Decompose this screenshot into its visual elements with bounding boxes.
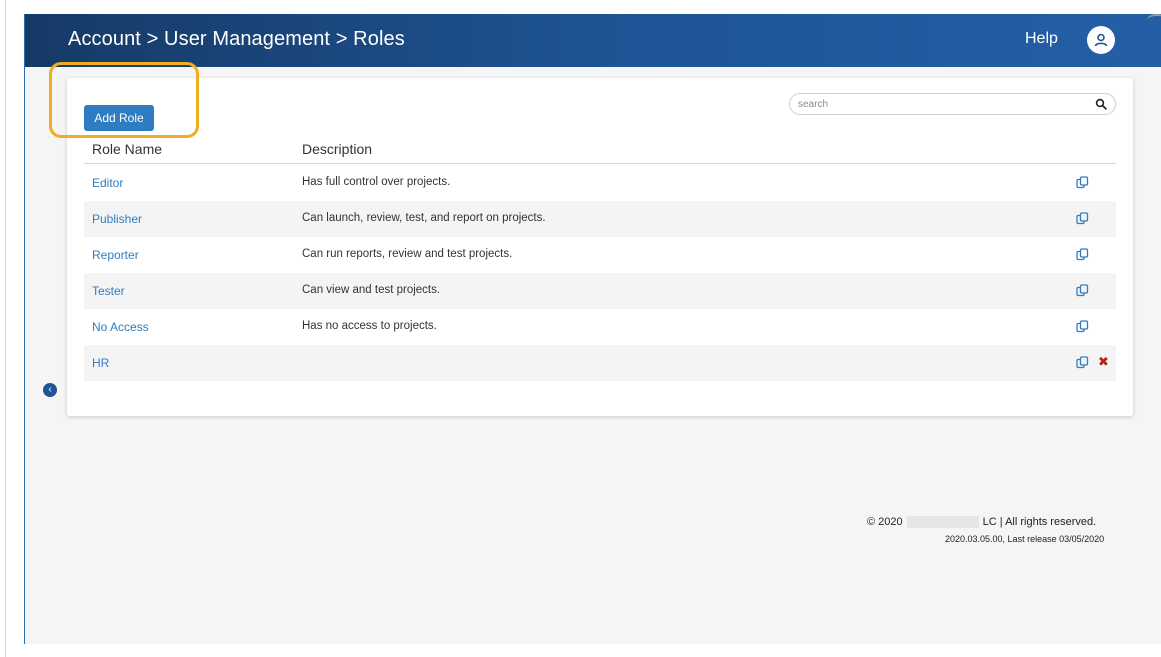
top-bar: Account > User Management > Roles Help — [25, 14, 1161, 67]
table-row: HR ✖ — [84, 345, 1116, 381]
table-row: Reporter Can run reports, review and tes… — [84, 237, 1116, 273]
delete-icon[interactable]: ✖ — [1098, 355, 1110, 368]
copy-icon[interactable] — [1076, 176, 1089, 189]
copyright-prefix: © 2020 — [867, 516, 903, 528]
breadcrumb: Account > User Management > Roles — [68, 28, 405, 50]
copy-icon[interactable] — [1076, 320, 1089, 333]
table-row: Tester Can view and test projects. — [84, 273, 1116, 309]
role-description: Can view and test projects. — [302, 284, 441, 296]
footer-release: 2020.03.05.00, Last release 03/05/2020 — [945, 534, 1105, 544]
roles-card: Add Role Role Name Description Editor Ha… — [49, 62, 1133, 416]
role-description: Has no access to projects. — [302, 320, 437, 332]
table-body: Editor Has full control over projects. P… — [84, 165, 1116, 381]
role-name-link[interactable]: HR — [92, 356, 109, 370]
user-icon — [1094, 33, 1108, 47]
copyright-suffix: LC | All rights reserved. — [982, 516, 1097, 528]
role-name-link[interactable]: Reporter — [92, 248, 139, 262]
role-name-link[interactable]: Editor — [92, 176, 123, 190]
window-corner-icon — [1147, 14, 1161, 26]
role-name-link[interactable]: Publisher — [92, 212, 142, 226]
role-description: Has full control over projects. — [302, 176, 451, 188]
footer-copyright: © 2020 LC | All rights reserved. — [867, 516, 1097, 529]
table-row: Publisher Can launch, review, test, and … — [84, 201, 1116, 237]
window-edge — [5, 0, 6, 657]
role-description: Can run reports, review and test project… — [302, 248, 513, 260]
copy-icon[interactable] — [1076, 248, 1089, 261]
column-header-description[interactable]: Description — [302, 141, 372, 157]
table-header: Role Name Description — [84, 140, 1116, 164]
search-box[interactable] — [789, 93, 1116, 115]
role-name-link[interactable]: Tester — [92, 284, 125, 298]
copy-icon[interactable] — [1076, 356, 1089, 369]
role-description: Can launch, review, test, and report on … — [302, 212, 546, 224]
search-input[interactable] — [798, 98, 1095, 110]
screen: Account > User Management > Roles Help ‹… — [0, 0, 1161, 657]
add-role-button[interactable]: Add Role — [84, 105, 154, 131]
role-name-link[interactable]: No Access — [92, 320, 149, 334]
copy-icon[interactable] — [1076, 284, 1089, 297]
table-row: No Access Has no access to projects. — [84, 309, 1116, 345]
copy-icon[interactable] — [1076, 212, 1089, 225]
sidebar-collapse-toggle[interactable]: ‹ — [43, 383, 57, 397]
help-link[interactable]: Help — [1025, 30, 1058, 48]
app-window: Account > User Management > Roles Help ‹… — [24, 14, 1161, 644]
table-row: Editor Has full control over projects. — [84, 165, 1116, 201]
user-avatar-button[interactable] — [1087, 26, 1115, 54]
search-icon[interactable] — [1095, 98, 1107, 110]
column-header-role-name[interactable]: Role Name — [92, 141, 162, 157]
redacted-company-name — [906, 516, 979, 529]
